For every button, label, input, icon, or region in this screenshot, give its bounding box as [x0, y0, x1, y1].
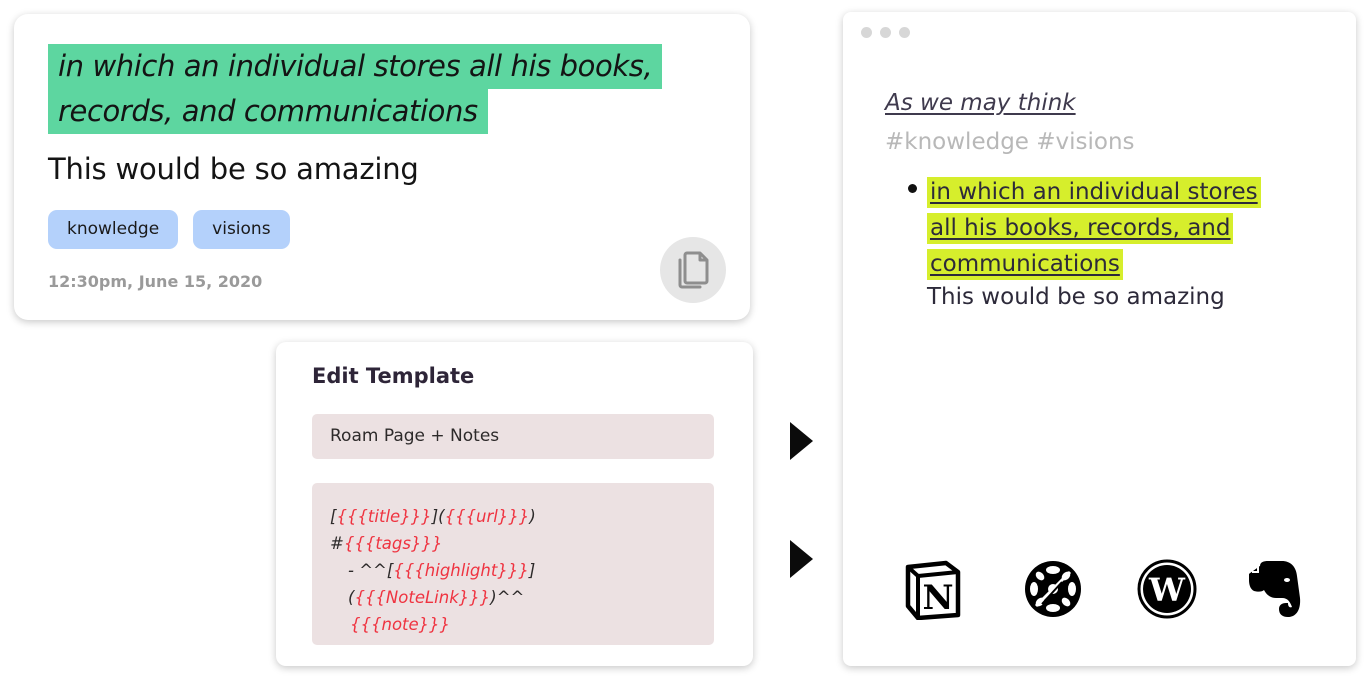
- highlight-quote-line-1: in which an individual stores all his bo…: [58, 44, 653, 89]
- template-select[interactable]: Roam Page + Notes: [312, 414, 714, 459]
- svg-text:N: N: [922, 578, 953, 618]
- highlight-card: in which an individual stores all his bo…: [14, 14, 750, 320]
- integration-icons: N W: [902, 558, 1302, 624]
- copy-icon: [678, 251, 709, 289]
- roam-research-icon[interactable]: [1022, 558, 1084, 620]
- highlight-timestamp: 12:30pm, June 15, 2020: [48, 272, 263, 291]
- copy-button[interactable]: [660, 237, 726, 303]
- tag-knowledge[interactable]: knowledge: [48, 210, 179, 249]
- edit-template-card: Edit Template Roam Page + Notes [{{{titl…: [276, 342, 753, 666]
- template-line-1: [{{{title}}}]({{{url}}}): [330, 507, 536, 526]
- page-tags: #knowledge #visions: [885, 129, 1135, 155]
- highlight-note: This would be so amazing: [48, 152, 419, 186]
- window-controls: [861, 27, 910, 38]
- template-line-4: {{{note}}}: [350, 615, 451, 634]
- output-highlight-line-1[interactable]: in which an individual stores: [927, 177, 1261, 208]
- output-window: As we may think #knowledge #visions in w…: [843, 12, 1356, 666]
- output-highlight: in which an individual stores all his bo…: [927, 174, 1287, 282]
- output-note: This would be so amazing: [927, 284, 1225, 310]
- highlight-quote: in which an individual stores all his bo…: [58, 44, 738, 134]
- window-dot[interactable]: [899, 27, 910, 38]
- arrow-right-icon: [790, 422, 813, 460]
- template-line-2: #{{{tags}}}: [330, 534, 443, 553]
- highlight-quote-line-2: records, and communications: [58, 89, 478, 134]
- window-dot[interactable]: [861, 27, 872, 38]
- tag-list: knowledge visions: [48, 210, 290, 249]
- window-dot[interactable]: [880, 27, 891, 38]
- evernote-icon[interactable]: [1244, 558, 1306, 620]
- edit-template-title: Edit Template: [312, 364, 475, 388]
- template-line-3: - ^^[{{{highlight}}}]({{{NoteLink}}})^^: [348, 561, 536, 607]
- output-highlight-line-2[interactable]: all his books, records, and: [927, 213, 1234, 244]
- notion-icon[interactable]: N: [902, 558, 964, 620]
- template-editor[interactable]: [{{{title}}}]({{{url}}}) #{{{tags}}} - ^…: [312, 483, 714, 645]
- svg-text:W: W: [1148, 571, 1186, 609]
- page-title-link[interactable]: As we may think: [885, 90, 1076, 116]
- output-highlight-line-3[interactable]: communications: [927, 249, 1123, 280]
- arrow-right-icon: [790, 540, 813, 578]
- wordpress-icon[interactable]: W: [1136, 558, 1198, 620]
- tag-visions[interactable]: visions: [193, 210, 290, 249]
- bullet-icon: [908, 184, 917, 193]
